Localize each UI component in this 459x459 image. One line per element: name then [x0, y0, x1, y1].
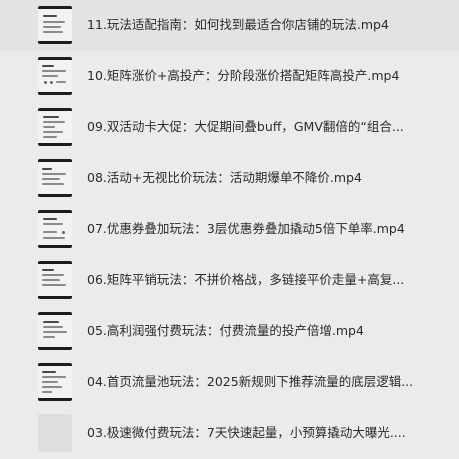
file-item-08[interactable]: 08.活动+无视比价玩法：活动期爆单不降价.mp4: [0, 153, 459, 204]
file-item-11[interactable]: 11.玩法适配指南：如何找到最适合你店铺的玩法.mp4: [0, 0, 459, 51]
file-name: 03.极速微付费玩法：7天快速起量，小预算撬动大曝光....: [87, 425, 406, 440]
file-name: 11.玩法适配指南：如何找到最适合你店铺的玩法.mp4: [87, 17, 389, 32]
file-name: 05.高利润强付费玩法：付费流量的投产倍增.mp4: [87, 323, 364, 338]
file-item-04[interactable]: 04.首页流量池玩法：2025新规则下推荐流量的底层逻辑...: [0, 357, 459, 408]
file-name: 08.活动+无视比价玩法：活动期爆单不降价.mp4: [87, 170, 362, 185]
file-name: 07.优惠券叠加玩法：3层优惠券叠加撬动5倍下单率.mp4: [87, 221, 405, 236]
file-name: 04.首页流量池玩法：2025新规则下推荐流量的底层逻辑...: [87, 374, 414, 389]
video-thumbnail: [38, 363, 72, 401]
video-thumbnail: [38, 57, 72, 95]
video-thumbnail: [38, 6, 72, 44]
file-name: 09.双活动卡大促：大促期间叠buff，GMV翻倍的“组合...: [87, 119, 404, 134]
file-item-03[interactable]: 03.极速微付费玩法：7天快速起量，小预算撬动大曝光....: [0, 408, 459, 459]
file-name: 06.矩阵平销玩法：不拼价格战，多链接平价走量+高复...: [87, 272, 405, 287]
file-item-06[interactable]: 06.矩阵平销玩法：不拼价格战，多链接平价走量+高复...: [0, 255, 459, 306]
file-item-10[interactable]: 10.矩阵涨价+高投产：分阶段涨价搭配矩阵高投产.mp4: [0, 51, 459, 102]
video-thumbnail: [38, 159, 72, 197]
video-thumbnail-blank: [38, 414, 72, 452]
file-item-05[interactable]: 05.高利润强付费玩法：付费流量的投产倍增.mp4: [0, 306, 459, 357]
video-thumbnail: [38, 210, 72, 248]
file-item-07[interactable]: 07.优惠券叠加玩法：3层优惠券叠加撬动5倍下单率.mp4: [0, 204, 459, 255]
video-thumbnail: [38, 261, 72, 299]
file-item-09[interactable]: 09.双活动卡大促：大促期间叠buff，GMV翻倍的“组合...: [0, 102, 459, 153]
file-name: 10.矩阵涨价+高投产：分阶段涨价搭配矩阵高投产.mp4: [87, 68, 400, 83]
file-list: 11.玩法适配指南：如何找到最适合你店铺的玩法.mp4 10.矩阵涨价+高投产：…: [0, 0, 459, 459]
video-thumbnail: [38, 108, 72, 146]
video-thumbnail: [38, 312, 72, 350]
